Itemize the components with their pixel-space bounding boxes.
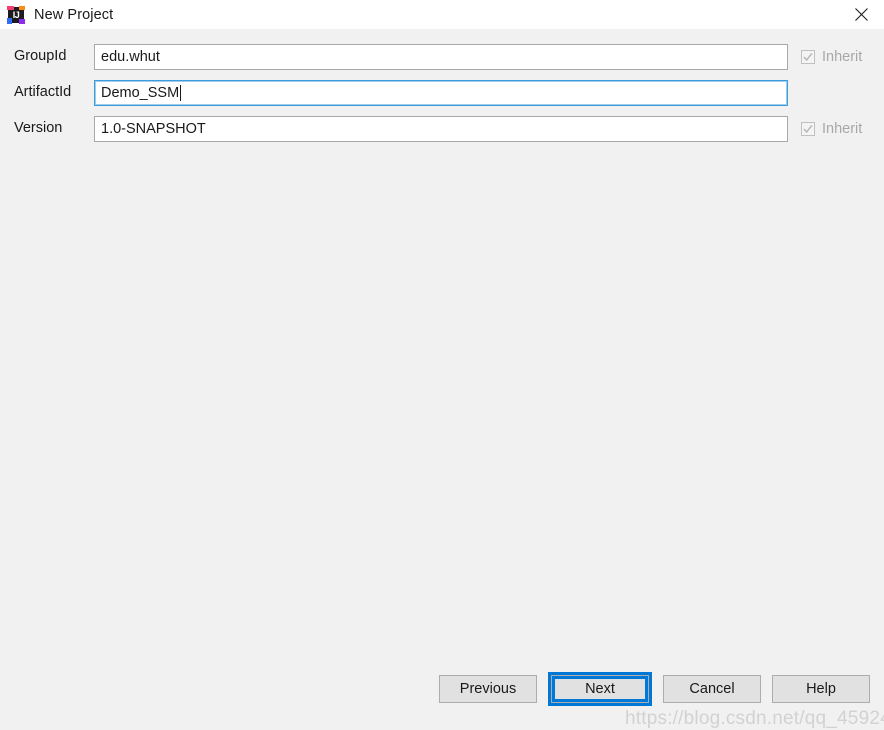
artifactid-label: ArtifactId: [14, 84, 72, 100]
next-button[interactable]: Next: [551, 675, 649, 703]
groupid-inherit-label: Inherit: [822, 48, 863, 65]
dialog-footer: Previous Next Cancel Help: [0, 664, 884, 714]
groupid-label: GroupId: [14, 48, 67, 64]
window-title: New Project: [34, 6, 114, 23]
maven-coordinates-form: GroupId edu.whut Inherit ArtifactId Demo…: [0, 29, 884, 729]
version-inherit-label: Inherit: [822, 120, 863, 137]
checkmark-icon: [803, 124, 813, 133]
artifactid-input[interactable]: Demo_SSM: [94, 79, 788, 106]
version-input-value: 1.0-SNAPSHOT: [101, 120, 206, 137]
close-button[interactable]: [838, 0, 884, 29]
form-row-groupid: GroupId edu.whut Inherit: [0, 43, 884, 70]
groupid-inherit-checkbox[interactable]: Inherit: [801, 49, 862, 65]
artifactid-input-value: Demo_SSM: [101, 84, 180, 101]
artifactid-inherit-spacer: [801, 85, 879, 101]
form-row-version: Version 1.0-SNAPSHOT Inherit: [0, 115, 884, 142]
version-input[interactable]: 1.0-SNAPSHOT: [94, 115, 788, 142]
text-caret: [180, 84, 182, 101]
version-label: Version: [14, 120, 63, 136]
help-button[interactable]: Help: [772, 675, 870, 703]
groupid-input[interactable]: edu.whut: [94, 43, 788, 70]
close-icon: [854, 8, 868, 21]
checkbox-box: [801, 49, 815, 64]
checkmark-icon: [803, 52, 813, 61]
title-bar: IJ New Project: [0, 0, 884, 29]
previous-button[interactable]: Previous: [439, 675, 537, 703]
cancel-button[interactable]: Cancel: [663, 675, 761, 703]
checkbox-box: [801, 121, 815, 136]
groupid-input-value: edu.whut: [101, 48, 160, 65]
new-project-dialog: IJ New Project GroupId edu.whut Inherit …: [0, 0, 884, 729]
form-row-artifactid: ArtifactId Demo_SSM: [0, 79, 884, 106]
intellij-idea-icon: IJ: [7, 5, 25, 24]
version-inherit-checkbox[interactable]: Inherit: [801, 121, 862, 137]
